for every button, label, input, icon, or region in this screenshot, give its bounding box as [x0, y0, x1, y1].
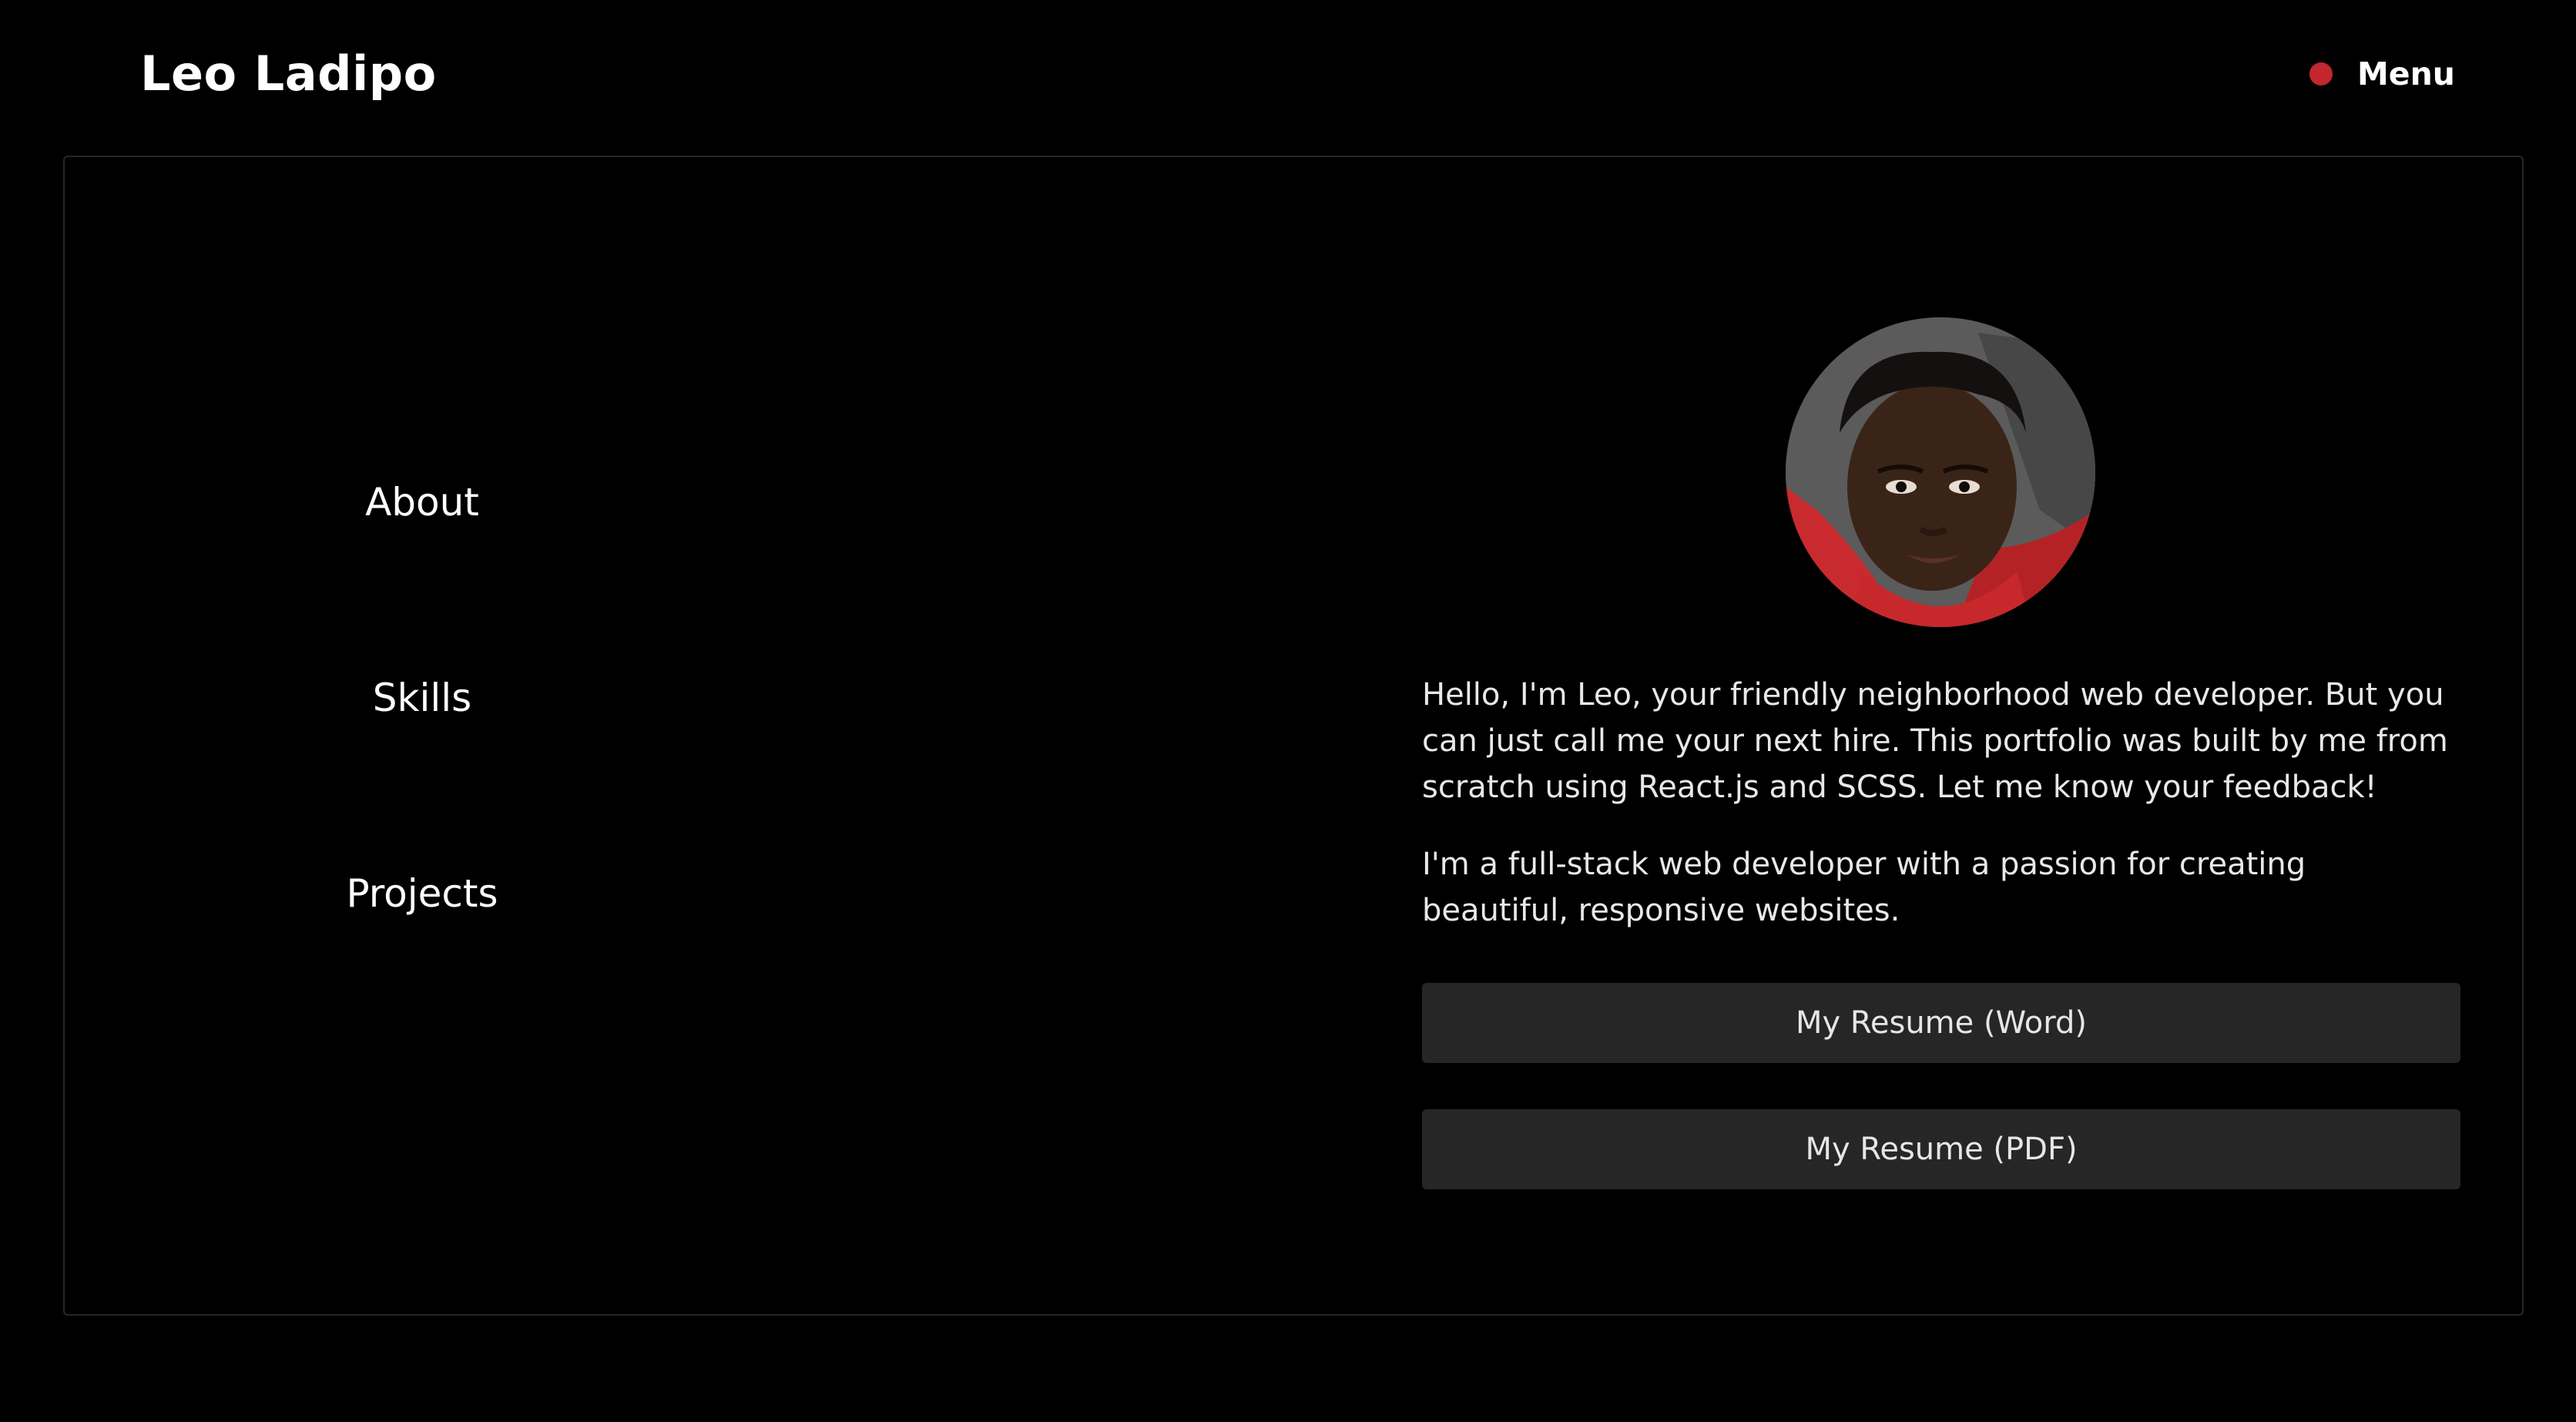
site-header: Leo Ladipo Menu	[0, 0, 2576, 146]
nav-item-projects[interactable]: Projects	[206, 870, 638, 917]
bio-paragraph-summary: I'm a full-stack web developer with a pa…	[1422, 847, 2306, 928]
nav-item-skills[interactable]: Skills	[206, 675, 638, 721]
profile-photo	[1786, 317, 2095, 627]
bio-text: Hello, I'm Leo, your friendly neighborho…	[1422, 672, 2454, 964]
resume-word-button[interactable]: My Resume (Word)	[1422, 983, 2460, 1063]
nav-item-about[interactable]: About	[206, 479, 638, 525]
site-title[interactable]: Leo Ladipo	[140, 43, 437, 105]
menu-dot-icon	[2309, 62, 2333, 86]
avatar	[1786, 317, 2095, 627]
menu-button[interactable]: Menu	[2309, 49, 2455, 99]
resume-pdf-button[interactable]: My Resume (PDF)	[1422, 1109, 2460, 1189]
bio-paragraph-intro: Hello, I'm Leo, your friendly neighborho…	[1422, 677, 2448, 805]
menu-label: Menu	[2357, 55, 2455, 92]
